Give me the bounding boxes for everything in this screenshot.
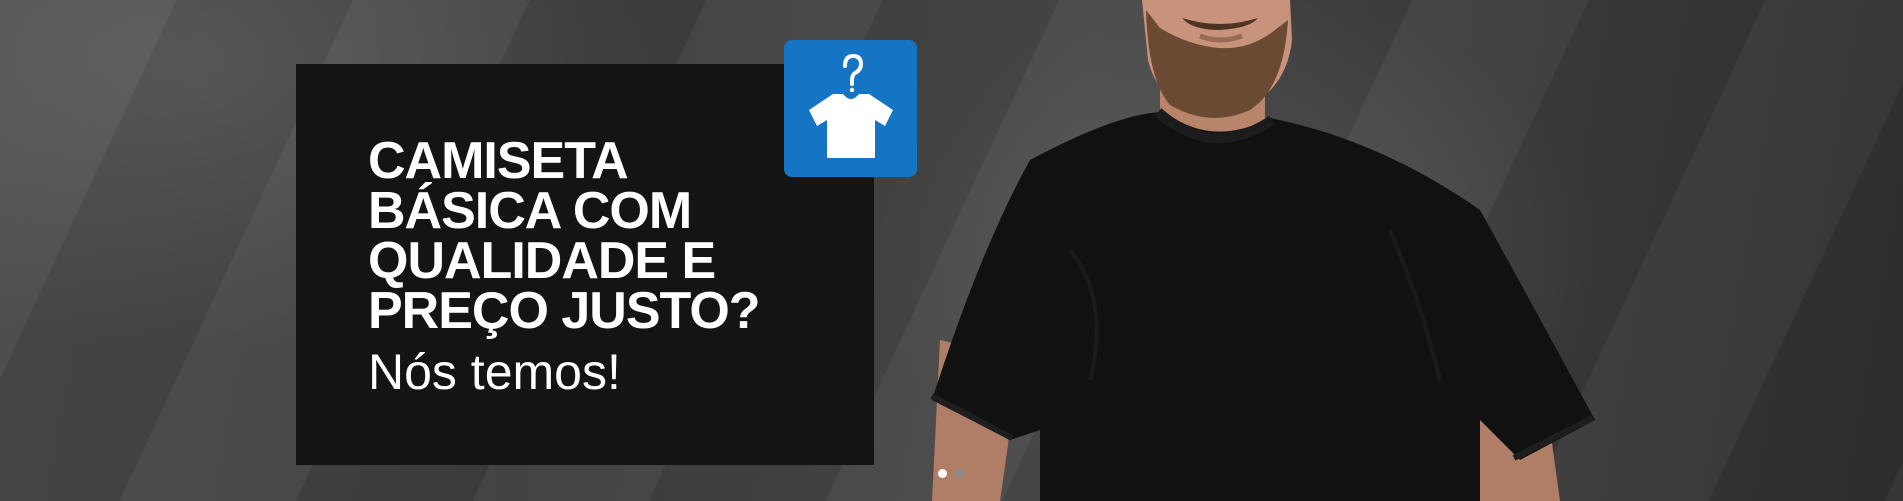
promo-subline: Nós temos! [368,344,621,400]
tshirt-icon-badge [784,40,917,177]
carousel-dot-2[interactable] [955,469,964,478]
carousel-pagination [938,469,964,478]
model-in-black-tshirt-image [930,0,1595,501]
tshirt-hanger-question-icon [808,53,893,158]
headline-line: CAMISETA [368,132,629,190]
carousel-dot-1[interactable] [938,469,947,478]
headline-line: PREÇO JUSTO? [368,282,761,340]
headline-line: BÁSICA COM [368,182,692,240]
headline-line: QUALIDADE E [368,232,716,290]
hero-banner[interactable]: CAMISETA BÁSICA COM QUALIDADE E PREÇO JU… [0,0,1903,501]
promo-headline: CAMISETA BÁSICA COM QUALIDADE E PREÇO JU… [368,132,761,340]
